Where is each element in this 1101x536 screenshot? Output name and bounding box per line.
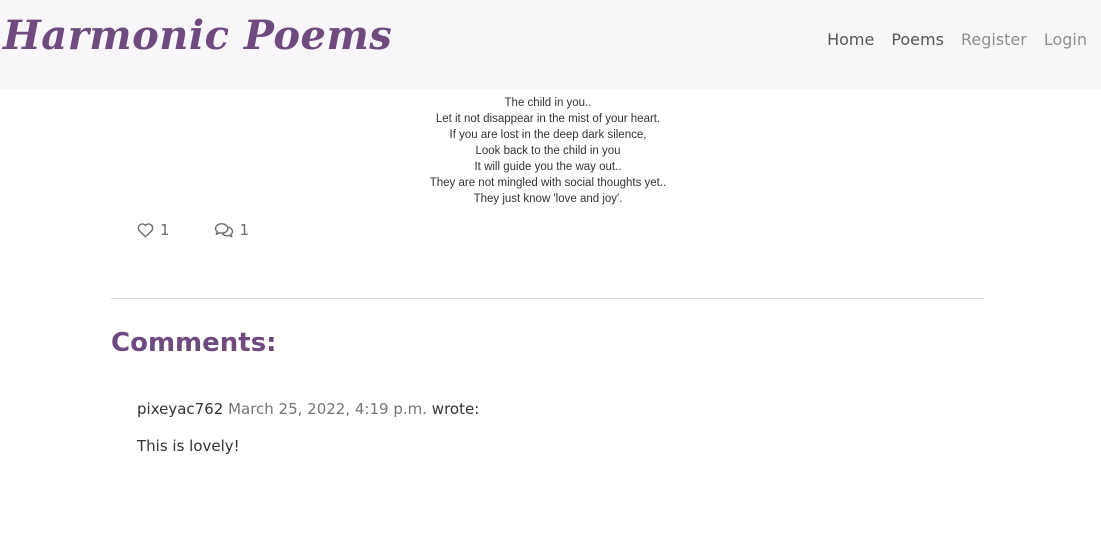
heart-icon xyxy=(137,222,154,238)
nav-home-link[interactable]: Home xyxy=(827,30,874,49)
poem-stats: 1 1 xyxy=(137,221,249,239)
poem-text: The child in you.. Let it not disappear … xyxy=(320,73,776,207)
comment-author: pixeyac762 xyxy=(137,400,224,418)
comment-item: pixeyac762 March 25, 2022, 4:19 p.m. wro… xyxy=(137,400,479,455)
nav-poems-link[interactable]: Poems xyxy=(891,30,944,49)
like-count: 1 xyxy=(160,221,170,239)
comments-button[interactable]: 1 xyxy=(214,221,250,239)
poem-line: The child in you.. xyxy=(504,97,592,109)
comment-count: 1 xyxy=(239,221,250,239)
nav-register-link[interactable]: Register xyxy=(961,30,1027,49)
section-divider xyxy=(111,298,984,299)
comment-body: This is lovely! xyxy=(137,437,240,455)
comment-meta: pixeyac762 March 25, 2022, 4:19 p.m. wro… xyxy=(137,400,479,418)
poem-line: It will guide you the way out.. xyxy=(474,161,622,173)
comments-icon xyxy=(214,222,234,238)
comment-date: March 25, 2022, 4:19 p.m. xyxy=(228,400,428,418)
like-button[interactable]: 1 xyxy=(137,221,170,239)
poem-line: If you are lost in the deep dark silence… xyxy=(449,129,647,141)
nav-login-link[interactable]: Login xyxy=(1044,30,1087,49)
poem-line: Let it not disappear in the mist of your… xyxy=(435,113,661,125)
poem-line: They just know 'love and joy'. xyxy=(473,193,623,205)
poem-line: They are not mingled with social thought… xyxy=(429,177,667,189)
brand-logo[interactable]: Harmonic Poems xyxy=(3,12,392,59)
poem-line: Look back to the child in you xyxy=(475,145,621,157)
comment-wrote-label: wrote: xyxy=(431,400,480,418)
navbar: Harmonic Poems Home Poems Register Login xyxy=(0,0,1101,89)
comments-heading: Comments: xyxy=(111,328,277,358)
nav-links: Home Poems Register Login xyxy=(810,30,1087,49)
